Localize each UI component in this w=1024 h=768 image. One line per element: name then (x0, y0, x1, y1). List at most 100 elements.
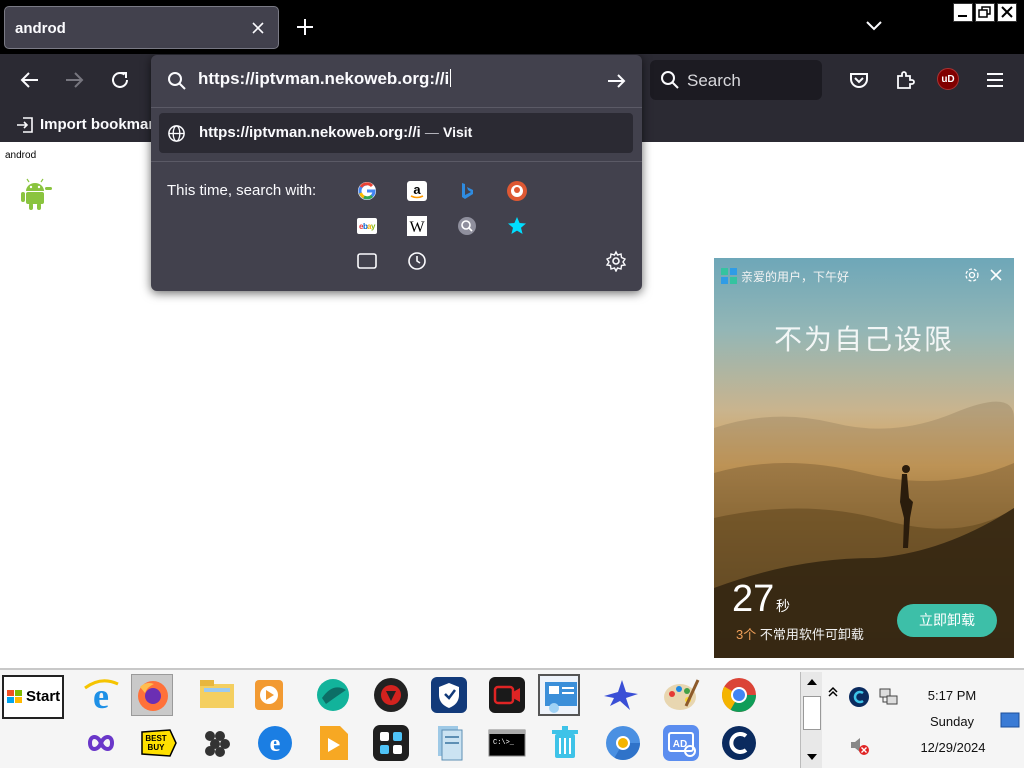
pocket-icon[interactable] (847, 68, 871, 92)
clock-date[interactable]: 12/29/2024 (902, 740, 1004, 755)
windows-app-icon[interactable] (370, 722, 412, 764)
close-icon[interactable] (988, 267, 1004, 283)
clock-icon[interactable] (406, 250, 428, 272)
forward-arrow-icon[interactable] (62, 68, 86, 92)
volume-muted-icon[interactable] (848, 734, 870, 756)
chrome-icon[interactable] (718, 674, 760, 716)
window-minimize-button[interactable] (953, 3, 973, 22)
uninstall-now-button[interactable]: 立即卸载 (897, 604, 997, 637)
ad-info-message: 不常用软件可卸载 (756, 627, 864, 642)
screen: androd Search uD Import bookmarks... and… (0, 0, 1024, 768)
clock-time[interactable]: 5:17 PM (902, 688, 1002, 703)
ad-info-count: 3个 (736, 627, 757, 642)
search-icon (168, 72, 186, 90)
ad-blocker-icon[interactable]: AD (660, 722, 702, 764)
scroll-up-arrow-icon[interactable] (805, 677, 819, 687)
security-shield-icon[interactable] (428, 674, 470, 716)
bird-app-icon[interactable] (600, 674, 642, 716)
windows-flag-icon (7, 690, 22, 703)
window-restore-button[interactable] (975, 3, 995, 22)
svg-text:BUY: BUY (148, 743, 166, 752)
start-button[interactable]: Start (2, 675, 64, 719)
address-bar-input[interactable]: https://iptvman.nekoweb.org://i (198, 69, 452, 89)
command-prompt-icon[interactable]: C:\>_ (486, 722, 528, 764)
divider (151, 107, 642, 108)
back-arrow-icon[interactable] (18, 68, 42, 92)
url-suggestion-separator: — (424, 124, 439, 140)
taskbar: Start e BEST BUY e C:\>_ AD 5:17 PM Sund… (0, 668, 1024, 768)
ebay-icon[interactable]: ebay (356, 215, 378, 237)
screen-recorder-icon[interactable] (486, 674, 528, 716)
chevron-up-icon[interactable] (828, 686, 838, 698)
internet-explorer-icon[interactable]: e (80, 674, 122, 716)
grapes-icon[interactable] (196, 722, 238, 764)
control-panel-icon[interactable] (538, 674, 580, 716)
video-player-icon[interactable] (312, 722, 354, 764)
wikipedia-icon[interactable]: W (406, 215, 428, 237)
tab-androd[interactable]: androd (4, 6, 279, 49)
urlbar-dropdown: https://iptvman.nekoweb.org://i https://… (151, 55, 642, 291)
ccleaner-icon[interactable] (718, 722, 760, 764)
show-desktop-icon[interactable] (1000, 712, 1020, 728)
hamburger-menu-icon[interactable] (983, 68, 1007, 92)
infinity-icon[interactable] (80, 722, 122, 764)
scrollbar-thumb[interactable] (803, 696, 821, 730)
ublock-origin-icon[interactable]: uD (937, 68, 961, 92)
network-icon[interactable] (878, 686, 900, 708)
ccleaner-tray-icon[interactable] (848, 686, 870, 708)
tabs-icon[interactable] (356, 250, 378, 272)
antivirus-icon[interactable] (370, 674, 412, 716)
new-tab-icon[interactable] (294, 16, 316, 38)
search-box[interactable]: Search (650, 60, 822, 100)
edge-icon[interactable]: e (254, 722, 296, 764)
ad-countdown: 27 (732, 578, 775, 620)
ad-greeting: 亲爱的用户，下午好 (741, 270, 850, 284)
svg-text:y: y (371, 222, 376, 231)
search-box-placeholder: Search (687, 71, 741, 90)
best-buy-icon[interactable]: BEST BUY (138, 722, 180, 764)
firefox-icon[interactable] (131, 674, 173, 716)
close-tab-icon[interactable] (248, 18, 268, 38)
star-icon[interactable] (506, 215, 528, 237)
paint-palette-icon[interactable] (660, 674, 702, 716)
gear-icon[interactable] (605, 250, 627, 272)
google-icon[interactable] (356, 180, 378, 202)
duckduckgo-icon[interactable] (506, 180, 528, 202)
ad-slogan: 不为自己设限 (773, 324, 954, 355)
page-heading: androd (5, 150, 37, 161)
registry-editor-icon[interactable] (428, 722, 470, 764)
ad-app-logo-icon (721, 268, 737, 284)
clock-day[interactable]: Sunday (902, 714, 1002, 729)
text-caret (450, 69, 452, 87)
one-off-search-label: This time, search with: (167, 182, 317, 199)
svg-text:C:\>_: C:\>_ (493, 739, 515, 747)
system-tray: 5:17 PM Sunday 12/29/2024 (822, 672, 1024, 768)
import-icon (17, 117, 33, 133)
chromium-icon[interactable] (602, 722, 644, 764)
scroll-down-arrow-icon[interactable] (805, 752, 819, 762)
bing-icon[interactable] (456, 180, 478, 202)
go-arrow-icon[interactable] (605, 70, 627, 92)
tab-strip: androd (0, 0, 1024, 54)
gear-icon[interactable] (964, 267, 980, 283)
url-suggestion-row[interactable]: https://iptvman.nekoweb.org://i — Visit (159, 113, 633, 153)
taskbar-scrollbar[interactable] (800, 672, 822, 768)
magnifier-engine-icon[interactable] (456, 215, 478, 237)
url-suggestion-url: https://iptvman.nekoweb.org://i (199, 124, 421, 141)
file-explorer-icon[interactable] (196, 674, 238, 716)
ad-info-text: 3个 不常用软件可卸载 (736, 624, 864, 643)
android-icon[interactable] (18, 177, 52, 211)
amazon-icon[interactable]: a (406, 180, 428, 202)
media-player-icon[interactable] (248, 674, 290, 716)
extensions-puzzle-icon[interactable] (893, 68, 917, 92)
url-suggestion-text: https://iptvman.nekoweb.org://i — Visit (199, 124, 472, 141)
recycle-bin-icon[interactable] (544, 722, 586, 764)
window-close-button[interactable] (997, 3, 1017, 22)
browser-app-icon[interactable] (312, 674, 354, 716)
ublock-badge-label: uD (937, 68, 959, 90)
tab-title: androd (15, 20, 66, 37)
chevron-down-icon[interactable] (862, 16, 886, 36)
svg-text:W: W (409, 219, 425, 236)
svg-text:e: e (270, 731, 281, 757)
reload-icon[interactable] (108, 68, 132, 92)
